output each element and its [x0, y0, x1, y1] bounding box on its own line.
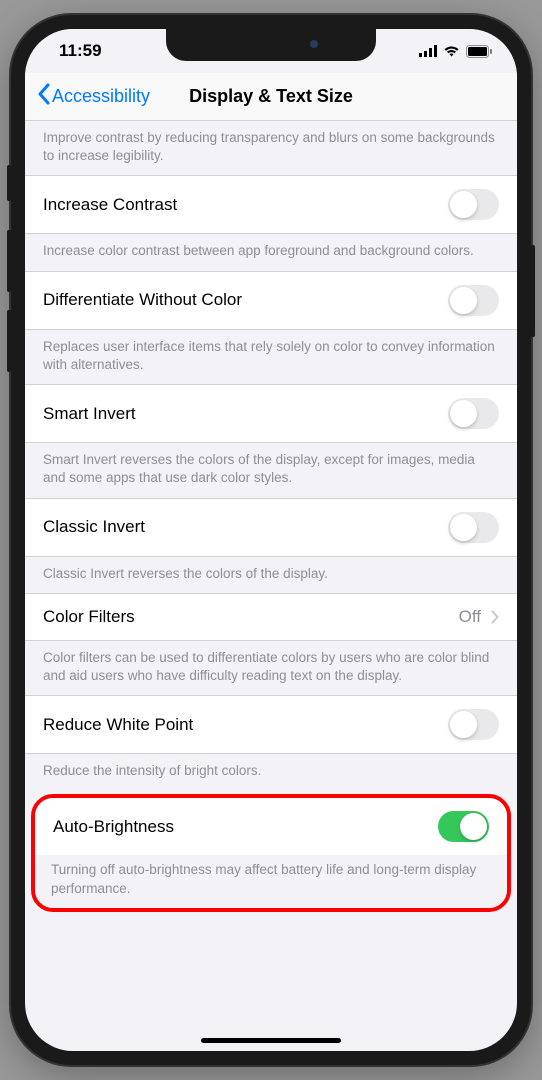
increase-contrast-footer: Increase color contrast between app fore…: [25, 234, 517, 270]
smart-invert-footer: Smart Invert reverses the colors of the …: [25, 443, 517, 497]
smart-invert-toggle[interactable]: [448, 398, 499, 429]
wifi-icon: [443, 45, 460, 57]
reduce-white-point-label: Reduce White Point: [43, 715, 193, 735]
auto-brightness-label: Auto-Brightness: [53, 817, 174, 837]
transparency-footer: Improve contrast by reducing transparenc…: [25, 121, 517, 175]
classic-invert-footer: Classic Invert reverses the colors of th…: [25, 557, 517, 593]
smart-invert-row[interactable]: Smart Invert: [25, 384, 517, 443]
differentiate-without-color-toggle[interactable]: [448, 285, 499, 316]
auto-brightness-row[interactable]: Auto-Brightness: [35, 798, 507, 855]
content-scroll[interactable]: Improve contrast by reducing transparenc…: [25, 121, 517, 1051]
home-indicator[interactable]: [201, 1038, 341, 1043]
page-title: Display & Text Size: [189, 86, 353, 107]
status-time: 11:59: [59, 41, 102, 61]
auto-brightness-footer: Turning off auto-brightness may affect b…: [35, 855, 507, 907]
increase-contrast-toggle[interactable]: [448, 189, 499, 220]
reduce-white-point-footer: Reduce the intensity of bright colors.: [25, 754, 517, 790]
color-filters-row[interactable]: Color Filters Off: [25, 593, 517, 641]
differentiate-without-color-footer: Replaces user interface items that rely …: [25, 330, 517, 384]
status-icons: [419, 45, 493, 58]
increase-contrast-row[interactable]: Increase Contrast: [25, 175, 517, 234]
chevron-right-icon: [491, 610, 499, 624]
volume-up-button: [7, 230, 11, 292]
color-filters-value: Off: [459, 607, 481, 627]
classic-invert-label: Classic Invert: [43, 517, 145, 537]
chevron-left-icon: [37, 83, 50, 110]
differentiate-without-color-label: Differentiate Without Color: [43, 290, 242, 310]
classic-invert-row[interactable]: Classic Invert: [25, 498, 517, 557]
highlight-annotation: Auto-Brightness Turning off auto-brightn…: [31, 794, 511, 911]
differentiate-without-color-row[interactable]: Differentiate Without Color: [25, 271, 517, 330]
mute-switch: [7, 165, 11, 201]
classic-invert-toggle[interactable]: [448, 512, 499, 543]
color-filters-label: Color Filters: [43, 607, 135, 627]
back-button[interactable]: Accessibility: [37, 83, 150, 110]
reduce-white-point-toggle[interactable]: [448, 709, 499, 740]
volume-down-button: [7, 310, 11, 372]
screen: 11:59 Accessibility Display & T: [25, 29, 517, 1051]
power-button: [531, 245, 535, 337]
nav-bar: Accessibility Display & Text Size: [25, 73, 517, 121]
increase-contrast-label: Increase Contrast: [43, 195, 177, 215]
smart-invert-label: Smart Invert: [43, 404, 136, 424]
signal-icon: [419, 45, 437, 57]
auto-brightness-toggle[interactable]: [438, 811, 489, 842]
color-filters-footer: Color filters can be used to differentia…: [25, 641, 517, 695]
battery-icon: [466, 45, 493, 58]
notch: [166, 29, 376, 61]
phone-frame: 11:59 Accessibility Display & T: [11, 15, 531, 1065]
camera-dot: [310, 40, 318, 48]
back-label: Accessibility: [52, 86, 150, 107]
reduce-white-point-row[interactable]: Reduce White Point: [25, 695, 517, 754]
